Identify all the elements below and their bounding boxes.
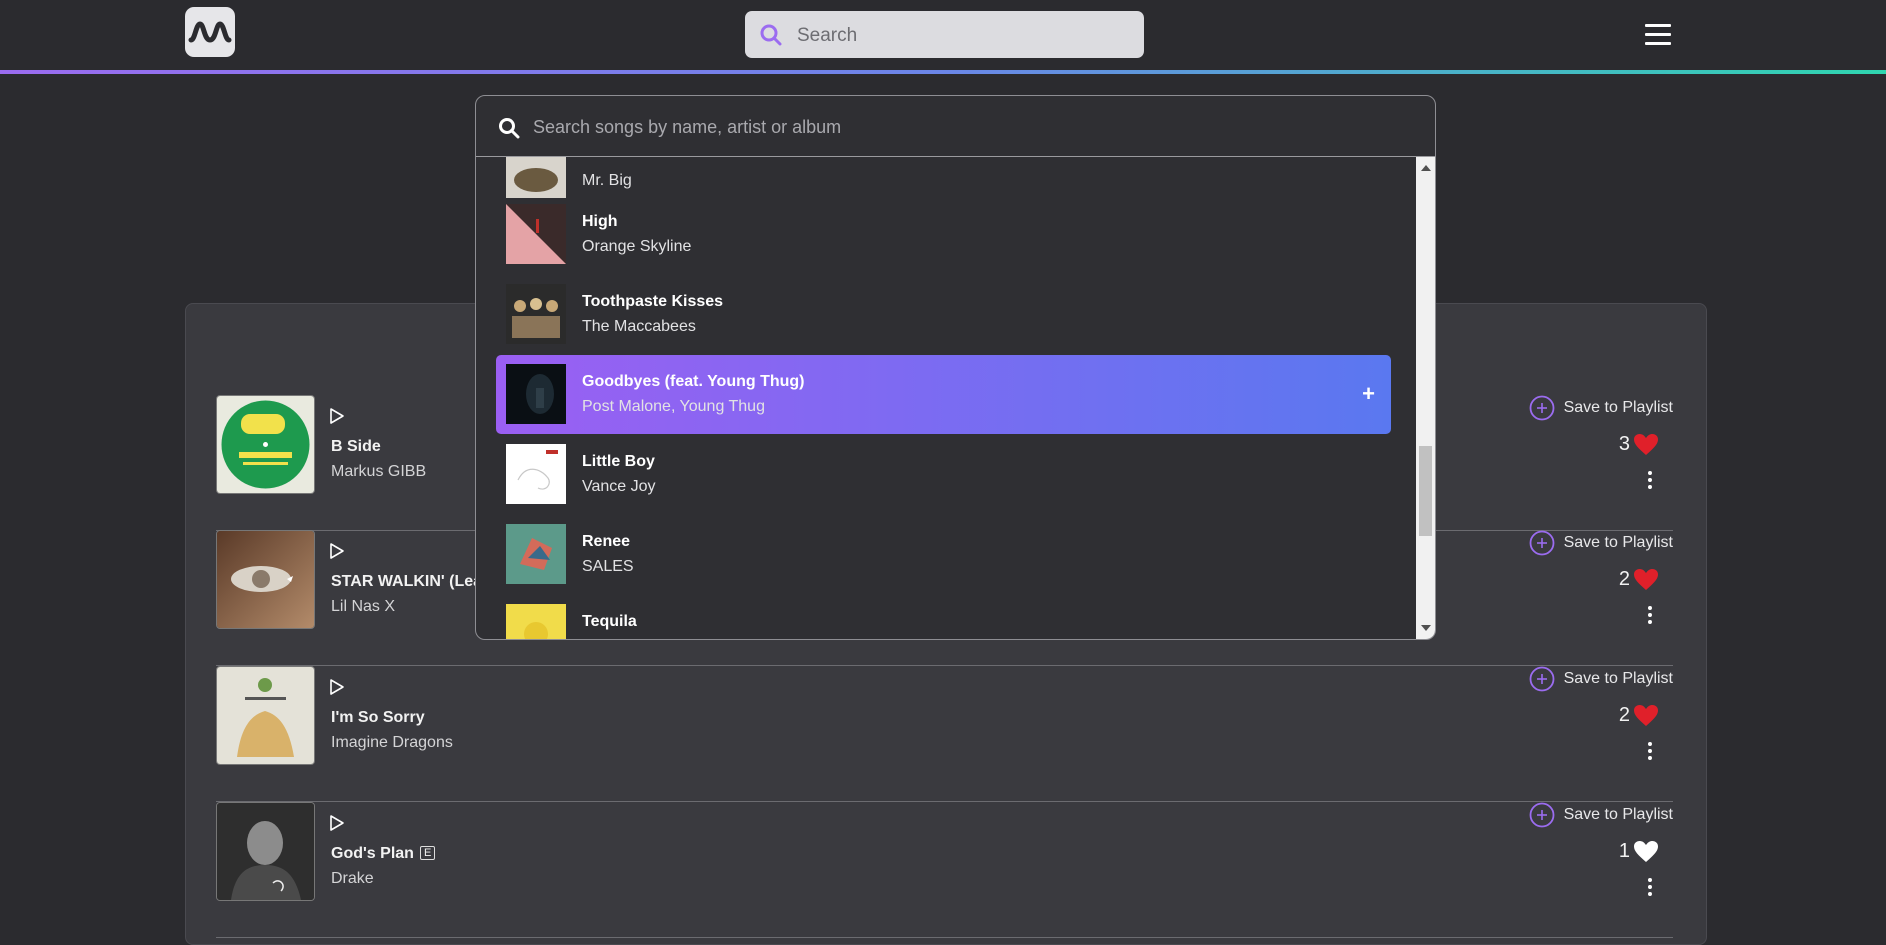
- result-album-art: [506, 524, 566, 584]
- result-title: Tequila: [582, 613, 637, 630]
- search-result-item-highlighted[interactable]: Goodbyes (feat. Young Thug) Post Malone,…: [496, 355, 1391, 434]
- album-art: [216, 395, 315, 494]
- scrollbar-thumb[interactable]: [1419, 446, 1432, 536]
- result-artist: SALES: [582, 558, 634, 575]
- like-control[interactable]: 3: [1619, 433, 1659, 456]
- song-artist[interactable]: Markus GIBB: [331, 463, 426, 481]
- save-to-playlist-button[interactable]: Save to Playlist: [1529, 802, 1673, 828]
- add-circle-icon: [1529, 802, 1555, 828]
- save-to-playlist-button[interactable]: Save to Playlist: [1529, 530, 1673, 556]
- top-bar: [0, 0, 1886, 70]
- heart-icon[interactable]: [1633, 840, 1659, 863]
- global-search[interactable]: [745, 11, 1144, 60]
- heart-icon[interactable]: [1633, 433, 1659, 456]
- save-to-playlist-label: Save to Playlist: [1563, 534, 1673, 551]
- search-result-item[interactable]: High Orange Skyline: [496, 195, 1391, 274]
- like-control[interactable]: 2: [1619, 704, 1659, 727]
- result-album-art: [506, 157, 566, 198]
- song-title-text: God's Plan: [331, 845, 414, 862]
- album-art: [216, 666, 315, 765]
- more-options-icon[interactable]: [1648, 471, 1653, 492]
- playlist-row: God's Plan E Drake Save to Playlist 1: [216, 802, 1673, 938]
- search-result-item[interactable]: Renee SALES: [496, 515, 1391, 594]
- like-count: 3: [1618, 433, 1630, 455]
- like-control[interactable]: 1: [1619, 840, 1659, 863]
- song-title: I'm So Sorry: [331, 709, 425, 726]
- save-to-playlist-label: Save to Playlist: [1563, 670, 1673, 687]
- result-title: High: [582, 213, 618, 230]
- song-title: B Side: [331, 438, 381, 455]
- result-album-art: [506, 284, 566, 344]
- save-to-playlist-button[interactable]: Save to Playlist: [1529, 666, 1673, 692]
- result-title: Renee: [582, 533, 631, 550]
- save-to-playlist-label: Save to Playlist: [1563, 806, 1673, 823]
- result-artist: The Maccabees: [582, 318, 696, 335]
- song-search-input[interactable]: [531, 96, 1395, 158]
- hamburger-icon[interactable]: [1645, 24, 1671, 46]
- result-title: Goodbyes (feat. Young Thug): [582, 373, 805, 390]
- scroll-up-arrow-icon[interactable]: [1421, 165, 1431, 171]
- result-artist: Post Malone, Young Thug: [582, 398, 765, 415]
- result-artist: Vance Joy: [582, 478, 656, 495]
- header-gradient-divider: [0, 70, 1886, 74]
- search-result-item[interactable]: Toothpaste Kisses The Maccabees: [496, 275, 1391, 354]
- search-result-item[interactable]: Tequila: [496, 595, 1391, 639]
- song-title: STAR WALKIN' (Leag: [331, 573, 492, 590]
- save-to-playlist-button[interactable]: Save to Playlist: [1529, 395, 1673, 421]
- more-options-icon[interactable]: [1648, 742, 1653, 763]
- search-icon: [760, 24, 782, 46]
- heart-icon[interactable]: [1633, 568, 1659, 591]
- like-control[interactable]: 2: [1619, 568, 1659, 591]
- scroll-down-arrow-icon[interactable]: [1421, 625, 1431, 631]
- search-results-list: Mr. Big High Orange Skyline Toothpaste K…: [476, 157, 1416, 639]
- play-icon[interactable]: [328, 542, 346, 560]
- result-artist: Orange Skyline: [582, 238, 692, 255]
- playlist-row: I'm So Sorry Imagine Dragons Save to Pla…: [216, 666, 1673, 802]
- like-count: 2: [1618, 568, 1630, 590]
- heart-icon[interactable]: [1633, 704, 1659, 727]
- explicit-badge: E: [419, 846, 436, 860]
- search-result-item[interactable]: Little Boy Vance Joy: [496, 435, 1391, 514]
- like-count: 1: [1618, 840, 1630, 862]
- search-icon: [499, 118, 520, 139]
- play-icon[interactable]: [328, 678, 346, 696]
- global-search-input[interactable]: [795, 11, 1129, 60]
- save-to-playlist-label: Save to Playlist: [1563, 399, 1673, 416]
- result-title: Toothpaste Kisses: [582, 293, 724, 310]
- add-circle-icon: [1529, 395, 1555, 421]
- like-count: 2: [1618, 704, 1630, 726]
- song-search-dropdown: Mr. Big High Orange Skyline Toothpaste K…: [475, 95, 1436, 640]
- play-icon[interactable]: [328, 814, 346, 832]
- wave-logo-icon: [188, 21, 232, 43]
- song-title: God's Plan E: [331, 845, 436, 863]
- album-art: [216, 802, 315, 901]
- add-circle-icon: [1529, 666, 1555, 692]
- song-artist[interactable]: Lil Nas X: [331, 598, 395, 616]
- result-artist: Mr. Big: [582, 172, 632, 189]
- result-album-art: [506, 204, 566, 264]
- app-logo[interactable]: [185, 7, 235, 57]
- add-circle-icon: [1529, 530, 1555, 556]
- add-song-icon[interactable]: +: [1362, 381, 1375, 407]
- result-title: Little Boy: [582, 453, 655, 470]
- song-artist[interactable]: Drake: [331, 870, 374, 888]
- more-options-icon[interactable]: [1648, 878, 1653, 899]
- more-options-icon[interactable]: [1648, 606, 1653, 627]
- song-search-bar[interactable]: [476, 96, 1435, 158]
- result-album-art: [506, 364, 566, 424]
- result-album-art: [506, 604, 566, 639]
- results-scrollbar[interactable]: [1416, 157, 1435, 639]
- song-artist[interactable]: Imagine Dragons: [331, 734, 453, 752]
- album-art: [216, 530, 315, 629]
- result-album-art: [506, 444, 566, 504]
- play-icon[interactable]: [328, 407, 346, 425]
